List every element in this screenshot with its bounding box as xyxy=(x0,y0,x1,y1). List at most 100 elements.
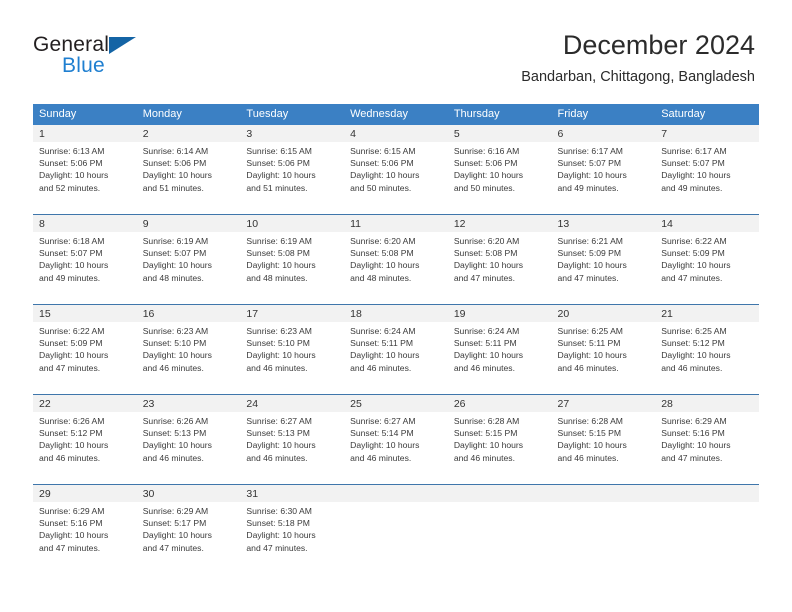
daylight-text-line2: and 47 minutes. xyxy=(142,542,204,553)
daylight-text-line1: Daylight: 10 hours xyxy=(350,260,420,271)
daylight-text-line2: and 49 minutes. xyxy=(39,272,101,283)
day-cell-11[interactable]: Sunrise: 6:20 AM Sunset: 5:08 PM Daylight:… xyxy=(344,232,448,304)
day-number-15[interactable]: 15 xyxy=(33,305,137,322)
daylight-text-line2: and 46 minutes. xyxy=(142,362,204,373)
day-cell-empty xyxy=(655,502,759,574)
sunrise-text: Sunrise: 6:13 AM xyxy=(39,146,105,156)
day-cell-22[interactable]: Sunrise: 6:26 AM Sunset: 5:12 PM Daylight:… xyxy=(33,412,137,484)
day-number-25[interactable]: 25 xyxy=(344,395,448,412)
daylight-text-line1: Daylight: 10 hours xyxy=(142,350,212,361)
day-number-7[interactable]: 7 xyxy=(655,125,759,142)
day-number-26[interactable]: 26 xyxy=(448,395,552,412)
day-number-13[interactable]: 13 xyxy=(552,215,656,232)
day-cell-29[interactable]: Sunrise: 6:29 AM Sunset: 5:16 PM Daylight:… xyxy=(33,502,137,574)
day-number-21[interactable]: 21 xyxy=(655,305,759,322)
sunrise-text: Sunrise: 6:25 AM xyxy=(557,326,623,336)
day-cell-13[interactable]: Sunrise: 6:21 AM Sunset: 5:09 PM Daylight:… xyxy=(552,232,656,304)
day-cell-27[interactable]: Sunrise: 6:28 AM Sunset: 5:15 PM Daylight:… xyxy=(552,412,656,484)
sunrise-text: Sunrise: 6:15 AM xyxy=(350,146,416,156)
sunrise-text: Sunrise: 6:29 AM xyxy=(661,416,727,426)
daylight-text-line1: Daylight: 10 hours xyxy=(557,440,627,451)
day-cell-1[interactable]: Sunrise: 6:13 AM Sunset: 5:06 PM Daylight:… xyxy=(33,142,137,214)
sunset-text: Sunset: 5:10 PM xyxy=(246,338,310,349)
day-number-18[interactable]: 18 xyxy=(344,305,448,322)
day-cell-21[interactable]: Sunrise: 6:25 AM Sunset: 5:12 PM Daylight:… xyxy=(655,322,759,394)
general-blue-logo[interactable]: General Blue xyxy=(33,33,153,79)
day-number-17[interactable]: 17 xyxy=(240,305,344,322)
daylight-text-line2: and 46 minutes. xyxy=(246,362,308,373)
day-cell-7[interactable]: Sunrise: 6:17 AM Sunset: 5:07 PM Daylight:… xyxy=(655,142,759,214)
day-number-30[interactable]: 30 xyxy=(137,485,241,502)
daylight-text-line2: and 48 minutes. xyxy=(142,272,204,283)
daylight-text-line2: and 46 minutes. xyxy=(350,452,412,463)
calendar-week-row: 29 30 31 Sunrise: 6:29 AM Sunset: 5:16 PM Day… xyxy=(33,484,759,574)
sunset-text: Sunset: 5:12 PM xyxy=(661,338,725,349)
day-number-8[interactable]: 8 xyxy=(33,215,137,232)
day-cell-3[interactable]: Sunrise: 6:15 AM Sunset: 5:06 PM Daylight:… xyxy=(240,142,344,214)
sunrise-text: Sunrise: 6:20 AM xyxy=(453,236,520,246)
week-detail-band: Sunrise: 6:29 AM Sunset: 5:16 PM Daylight:… xyxy=(33,502,759,574)
day-cell-5[interactable]: Sunrise: 6:16 AM Sunset: 5:06 PM Daylight:… xyxy=(448,142,552,214)
day-number-14[interactable]: 14 xyxy=(655,215,759,232)
day-cell-8[interactable]: Sunrise: 6:18 AM Sunset: 5:07 PM Daylight:… xyxy=(33,232,137,304)
day-cell-14[interactable]: Sunrise: 6:22 AM Sunset: 5:09 PM Daylight:… xyxy=(655,232,759,304)
day-cell-17[interactable]: Sunrise: 6:23 AM Sunset: 5:10 PM Daylight:… xyxy=(240,322,344,394)
day-number-9[interactable]: 9 xyxy=(137,215,241,232)
day-cell-30[interactable]: Sunrise: 6:29 AM Sunset: 5:17 PM Daylight:… xyxy=(137,502,241,574)
day-cell-28[interactable]: Sunrise: 6:29 AM Sunset: 5:16 PM Daylight:… xyxy=(655,412,759,484)
day-cell-15[interactable]: Sunrise: 6:22 AM Sunset: 5:09 PM Daylight:… xyxy=(33,322,137,394)
day-number-3[interactable]: 3 xyxy=(240,125,344,142)
day-number-22[interactable]: 22 xyxy=(33,395,137,412)
day-number-1[interactable]: 1 xyxy=(33,125,137,142)
day-cell-6[interactable]: Sunrise: 6:17 AM Sunset: 5:07 PM Daylight:… xyxy=(552,142,656,214)
sunset-text: Sunset: 5:11 PM xyxy=(453,338,517,349)
daylight-text-line1: Daylight: 10 hours xyxy=(661,440,731,451)
day-number-4[interactable]: 4 xyxy=(344,125,448,142)
daylight-text-line1: Daylight: 10 hours xyxy=(39,350,109,361)
day-cell-20[interactable]: Sunrise: 6:25 AM Sunset: 5:11 PM Daylight:… xyxy=(552,322,656,394)
day-number-6[interactable]: 6 xyxy=(552,125,656,142)
day-cell-25[interactable]: Sunrise: 6:27 AM Sunset: 5:14 PM Daylight:… xyxy=(344,412,448,484)
day-cell-23[interactable]: Sunrise: 6:26 AM Sunset: 5:13 PM Daylight:… xyxy=(137,412,241,484)
daylight-text-line1: Daylight: 10 hours xyxy=(350,440,420,451)
sunrise-text: Sunrise: 6:17 AM xyxy=(557,146,623,156)
sunset-text: Sunset: 5:17 PM xyxy=(142,518,207,529)
day-number-27[interactable]: 27 xyxy=(552,395,656,412)
day-cell-26[interactable]: Sunrise: 6:28 AM Sunset: 5:15 PM Daylight:… xyxy=(448,412,552,484)
day-number-24[interactable]: 24 xyxy=(240,395,344,412)
sunrise-text: Sunrise: 6:25 AM xyxy=(661,326,727,336)
day-cell-10[interactable]: Sunrise: 6:19 AM Sunset: 5:08 PM Daylight:… xyxy=(240,232,344,304)
day-number-28[interactable]: 28 xyxy=(655,395,759,412)
daylight-text-line1: Daylight: 10 hours xyxy=(453,440,524,451)
day-number-11[interactable]: 11 xyxy=(344,215,448,232)
page-subtitle: Bandarban, Chittagong, Bangladesh xyxy=(521,69,755,85)
day-number-empty xyxy=(655,485,759,502)
day-cell-31[interactable]: Sunrise: 6:30 AM Sunset: 5:18 PM Daylight:… xyxy=(240,502,344,574)
day-number-16[interactable]: 16 xyxy=(137,305,241,322)
day-number-23[interactable]: 23 xyxy=(137,395,241,412)
sunrise-text: Sunrise: 6:22 AM xyxy=(39,326,105,336)
day-cell-9[interactable]: Sunrise: 6:19 AM Sunset: 5:07 PM Daylight:… xyxy=(137,232,241,304)
calendar-week-row: 1 2 3 4 5 6 7 Sunrise: 6:13 AM Sunset: 5:06 PM Da… xyxy=(33,125,759,214)
day-cell-2[interactable]: Sunrise: 6:14 AM Sunset: 5:06 PM Daylight:… xyxy=(137,142,241,214)
day-number-12[interactable]: 12 xyxy=(448,215,552,232)
day-number-5[interactable]: 5 xyxy=(448,125,552,142)
daylight-text-line2: and 52 minutes. xyxy=(39,182,101,193)
day-cell-19[interactable]: Sunrise: 6:24 AM Sunset: 5:11 PM Daylight:… xyxy=(448,322,552,394)
daylight-text-line2: and 47 minutes. xyxy=(661,452,723,463)
day-number-19[interactable]: 19 xyxy=(448,305,552,322)
day-number-29[interactable]: 29 xyxy=(33,485,137,502)
daylight-text-line1: Daylight: 10 hours xyxy=(246,350,316,361)
day-number-31[interactable]: 31 xyxy=(240,485,344,502)
sunset-text: Sunset: 5:09 PM xyxy=(39,338,103,349)
day-cell-24[interactable]: Sunrise: 6:27 AM Sunset: 5:13 PM Daylight:… xyxy=(240,412,344,484)
sunset-text: Sunset: 5:08 PM xyxy=(453,248,518,259)
day-number-10[interactable]: 10 xyxy=(240,215,344,232)
day-cell-4[interactable]: Sunrise: 6:15 AM Sunset: 5:06 PM Daylight:… xyxy=(344,142,448,214)
day-cell-12[interactable]: Sunrise: 6:20 AM Sunset: 5:08 PM Daylight:… xyxy=(448,232,552,304)
day-number-20[interactable]: 20 xyxy=(552,305,656,322)
day-cell-16[interactable]: Sunrise: 6:23 AM Sunset: 5:10 PM Daylight:… xyxy=(137,322,241,394)
day-cell-18[interactable]: Sunrise: 6:24 AM Sunset: 5:11 PM Daylight:… xyxy=(344,322,448,394)
day-number-empty xyxy=(448,485,552,502)
day-number-2[interactable]: 2 xyxy=(137,125,241,142)
